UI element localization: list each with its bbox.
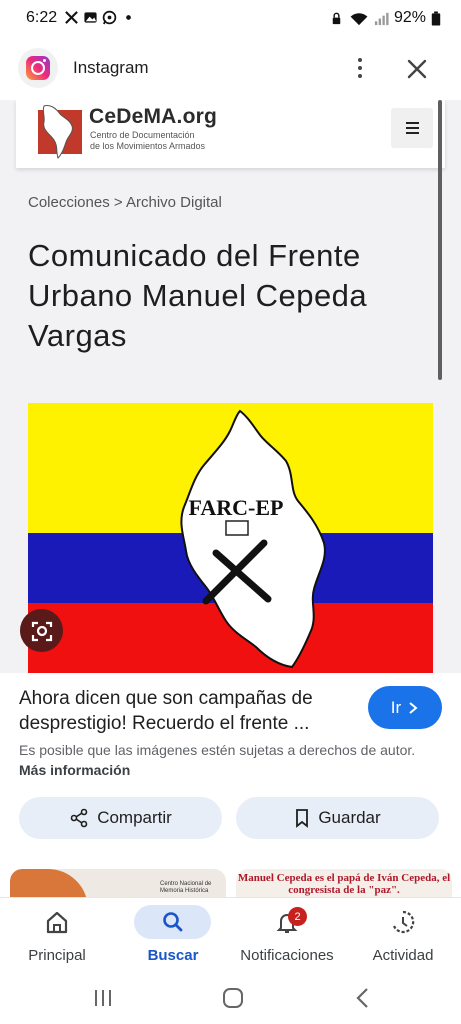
system-icons: 92% [329,9,441,27]
home-icon [46,911,68,934]
x-app-icon [65,11,78,24]
battery-icon [431,10,441,26]
cedema-logo-icon [38,105,82,159]
lock-icon [332,12,341,24]
system-navigation-bar [0,972,461,1024]
status-bar: 6:22 92% [0,0,461,38]
app-header: Instagram [0,38,461,100]
site-name: CeDeMA.org [89,105,218,128]
site-header: CeDeMA.org Centro de Documentación de lo… [16,100,445,168]
back-icon[interactable] [348,984,378,1012]
signal-icon [374,12,389,25]
nav-buscar[interactable]: Buscar [133,898,213,973]
copyright-notice: Es posible que las imágenes estén sujeta… [19,742,416,778]
share-button[interactable]: Compartir [19,797,222,839]
notification-badge: 2 [288,907,307,926]
search-icon [163,912,183,932]
page-title: Comunicado del Frente Urbano Manuel Cepe… [28,238,368,353]
colombia-map-icon: FARC-EP [180,409,326,669]
site-subtitle: Centro de Documentación de los Movimient… [90,130,206,151]
lens-search-icon[interactable] [20,609,63,652]
flag-text: FARC-EP [189,495,284,520]
hamburger-menu-icon[interactable] [391,108,433,148]
breadcrumb: Colecciones > Archivo Digital [28,194,222,211]
nav-notificaciones[interactable]: Notificaciones [232,898,342,973]
instagram-logo-icon [18,48,58,88]
more-notifications-dot-icon [126,15,131,20]
bottom-navigation: Principal Buscar Notificaciones Activida… [0,897,461,972]
status-time: 6:22 [26,9,58,26]
close-icon[interactable] [402,54,432,84]
visit-button[interactable]: Ir [368,686,442,729]
gallery-icon [84,12,97,23]
save-button[interactable]: Guardar [236,797,439,839]
farc-flag-image: FARC-EP [28,403,433,673]
share-icon [70,808,88,828]
bookmark-icon [296,809,309,828]
chevron-right-icon [409,701,418,714]
recent-apps-icon[interactable] [88,984,118,1012]
nav-actividad[interactable]: Actividad [363,898,443,973]
source-title[interactable]: Instagram [73,58,149,78]
whatsapp-icon [102,10,117,25]
home-button-icon[interactable] [218,984,248,1012]
nav-principal[interactable]: Principal [17,898,97,973]
battery-percentage: 92% [393,9,426,26]
more-info-link[interactable]: Más información [19,762,130,778]
wifi-icon [350,12,368,25]
activity-history-icon [392,910,415,934]
more-options-icon[interactable] [348,54,372,82]
notification-icons [64,10,136,25]
web-page-preview[interactable]: CeDeMA.org Centro de Documentación de lo… [0,100,461,673]
result-title[interactable]: Ahora dicen que son campañas de desprest… [19,686,359,736]
scrollbar[interactable] [438,100,442,380]
